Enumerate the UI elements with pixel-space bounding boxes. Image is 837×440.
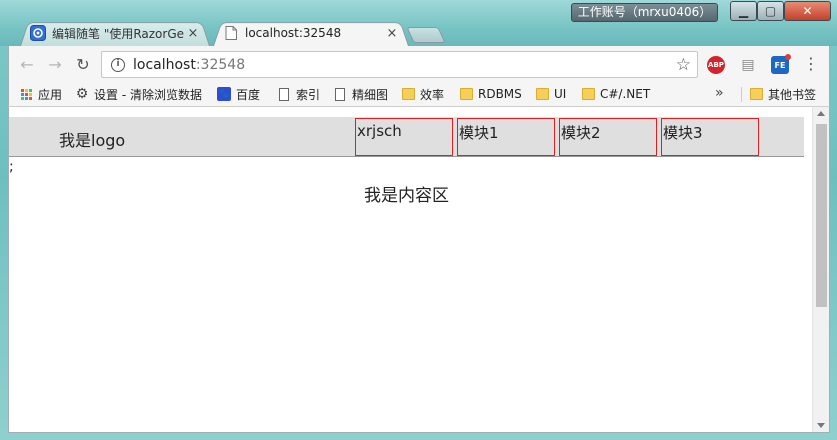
page-icon bbox=[223, 25, 239, 41]
folder-icon bbox=[581, 87, 595, 101]
bookmark-label: RDBMS bbox=[478, 87, 522, 101]
back-button[interactable]: ← bbox=[17, 54, 37, 74]
bookmark-apps[interactable]: 应用 bbox=[19, 85, 62, 103]
bookmark-csharp-net[interactable]: C#/.NET bbox=[581, 85, 650, 103]
page-icon bbox=[277, 87, 291, 101]
bookmark-fine-chart[interactable]: 精细图 bbox=[333, 85, 388, 103]
bookmarks-divider bbox=[741, 87, 742, 102]
vertical-scrollbar[interactable] bbox=[812, 107, 829, 432]
page-header: 我是logo xrjsch 模块1 模块2 模块3 bbox=[9, 117, 804, 157]
reload-icon: ↻ bbox=[76, 54, 90, 74]
arrow-right-icon: → bbox=[48, 54, 62, 74]
reader-mode-icon[interactable]: ▤ bbox=[739, 56, 757, 74]
apps-icon bbox=[19, 87, 33, 101]
close-icon: ✕ bbox=[802, 4, 813, 18]
gear-icon: ⚙ bbox=[75, 86, 89, 102]
bookmark-index[interactable]: 索引 bbox=[277, 85, 320, 103]
fe-helper-icon[interactable]: FE bbox=[771, 54, 791, 74]
scroll-down-icon[interactable] bbox=[817, 423, 825, 428]
bookmark-label: 设置 - 清除浏览数据 bbox=[94, 87, 202, 102]
bookmark-other[interactable]: 其他书签 bbox=[749, 85, 816, 103]
folder-icon bbox=[535, 87, 549, 101]
browser-toolbar: ← → ↻ i localhost:32548 ☆ ABP ▤ FE ⋮ bbox=[8, 46, 830, 82]
bookmark-star-icon[interactable]: ☆ bbox=[676, 55, 691, 75]
folder-icon bbox=[459, 87, 473, 101]
bookmark-label: 效率 bbox=[420, 87, 445, 102]
cnblogs-icon bbox=[30, 25, 46, 41]
account-badge: 工作账号（mrxu0406） bbox=[571, 3, 718, 22]
page-viewport: 我是logo xrjsch 模块1 模块2 模块3 ; 我是内容区 bbox=[8, 107, 830, 433]
kebab-menu-icon[interactable]: ⋮ bbox=[803, 55, 819, 75]
url-port: :32548 bbox=[195, 56, 246, 73]
bookmark-label: 精细图 bbox=[352, 87, 389, 102]
url-host: localhost bbox=[133, 56, 196, 73]
bookmark-label: UI bbox=[554, 87, 567, 101]
close-window-button[interactable]: ✕ bbox=[784, 1, 831, 21]
bookmark-label: 百度 bbox=[236, 87, 261, 102]
tab-localhost[interactable]: localhost:32548 × bbox=[213, 20, 409, 46]
bookmark-baidu[interactable]: 🐾 百度 bbox=[217, 85, 260, 103]
nav-item-module-1[interactable]: 模块1 bbox=[457, 118, 555, 156]
bookmarks-bar: 应用 ⚙ 设置 - 清除浏览数据 🐾 百度 索引 精细图 效率 RDBMS UI… bbox=[8, 82, 830, 107]
baidu-paw-icon: 🐾 bbox=[217, 87, 231, 101]
minimize-icon: ▁ bbox=[738, 4, 749, 18]
bookmark-ui[interactable]: UI bbox=[535, 85, 566, 103]
bookmark-label: C#/.NET bbox=[600, 87, 651, 101]
bookmark-rdbms[interactable]: RDBMS bbox=[459, 85, 522, 103]
logo-text: 我是logo bbox=[59, 131, 126, 150]
info-icon[interactable]: i bbox=[111, 57, 125, 72]
tab-title: 编辑随笔 "使用RazorGe bbox=[52, 26, 185, 41]
bookmark-label: 索引 bbox=[296, 87, 321, 102]
reload-button[interactable]: ↻ bbox=[73, 54, 93, 74]
page-icon bbox=[333, 87, 347, 101]
arrow-left-icon: ← bbox=[20, 54, 34, 74]
folder-icon bbox=[401, 87, 415, 101]
scrollbar-thumb[interactable] bbox=[816, 124, 827, 307]
nav-item-xrjsch[interactable]: xrjsch bbox=[355, 118, 453, 156]
tab-close-icon[interactable]: × bbox=[385, 26, 399, 41]
folder-icon bbox=[749, 87, 763, 101]
maximize-button[interactable]: ▢ bbox=[757, 1, 784, 21]
bookmark-settings[interactable]: ⚙ 设置 - 清除浏览数据 bbox=[75, 85, 202, 103]
nav-item-module-3[interactable]: 模块3 bbox=[661, 118, 759, 156]
tab-title: localhost:32548 bbox=[245, 26, 342, 40]
stray-text: ; bbox=[9, 159, 14, 175]
minimize-button[interactable]: ▁ bbox=[730, 1, 757, 21]
bookmark-label: 应用 bbox=[38, 87, 63, 102]
address-bar[interactable]: i localhost:32548 ☆ bbox=[101, 51, 698, 78]
maximize-icon: ▢ bbox=[764, 4, 777, 18]
bookmarks-overflow-button[interactable]: » bbox=[715, 85, 724, 101]
new-tab-button[interactable] bbox=[406, 27, 446, 43]
nav-item-module-2[interactable]: 模块2 bbox=[559, 118, 657, 156]
content-area: 我是内容区 bbox=[364, 186, 449, 206]
bookmark-label: 其他书签 bbox=[768, 87, 817, 102]
tab-close-icon[interactable]: × bbox=[186, 26, 200, 41]
bookmark-efficiency[interactable]: 效率 bbox=[401, 85, 444, 103]
forward-button[interactable]: → bbox=[45, 54, 65, 74]
tab-edit-post[interactable]: 编辑随笔 "使用RazorGe × bbox=[20, 20, 210, 46]
scroll-up-icon[interactable] bbox=[817, 111, 825, 116]
adblock-plus-icon[interactable]: ABP bbox=[707, 56, 725, 74]
